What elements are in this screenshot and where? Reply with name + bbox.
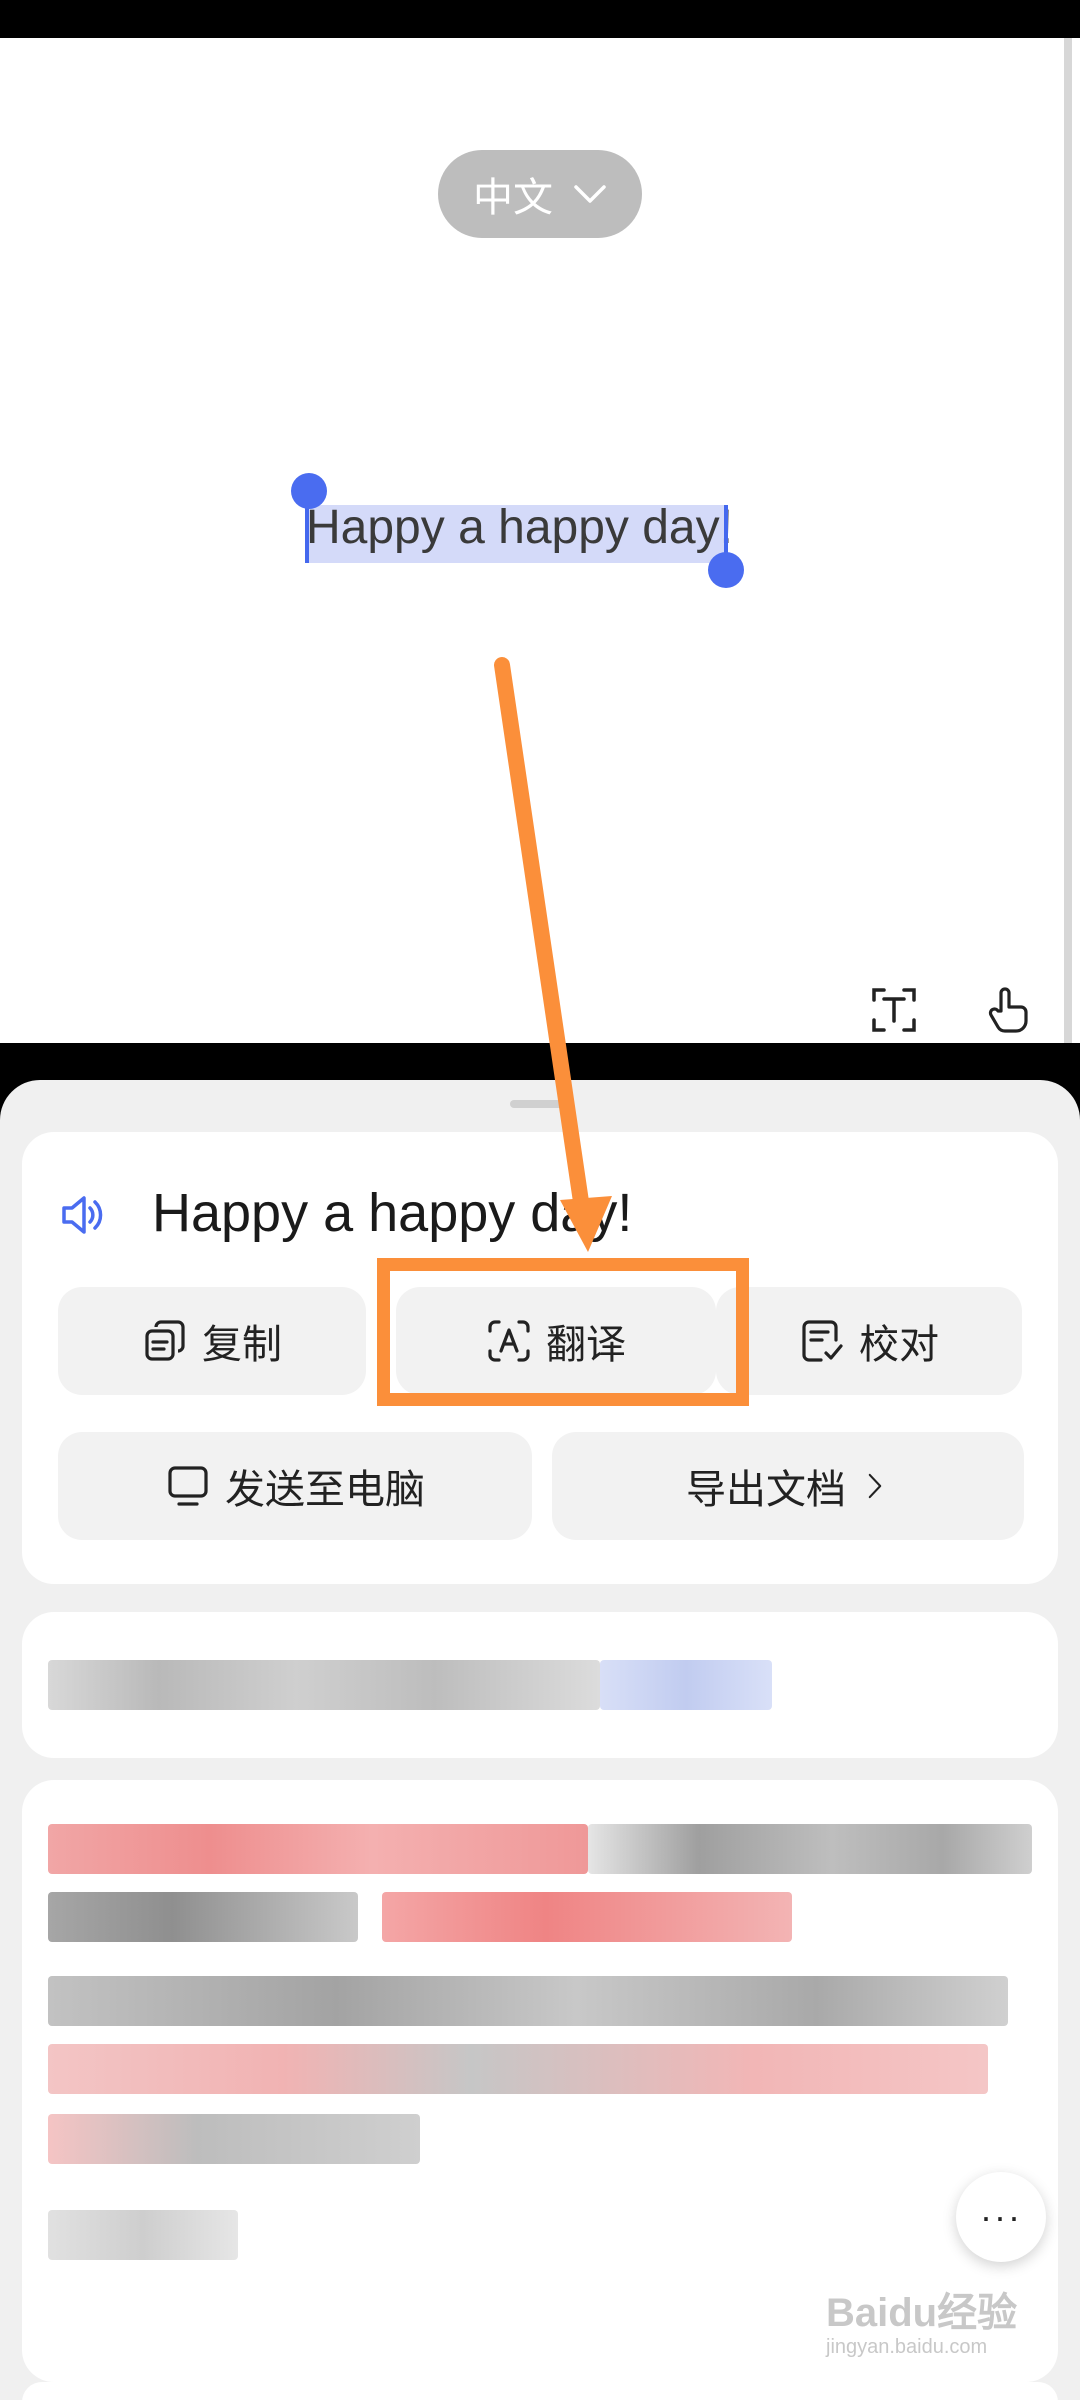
blurred-line (48, 2210, 238, 2260)
scrollbar[interactable] (1064, 38, 1072, 1043)
speaker-icon[interactable] (58, 1190, 108, 1240)
blurred-line (48, 1824, 588, 1874)
next-card (22, 2382, 1058, 2400)
copy-icon (145, 1320, 185, 1361)
chevron-down-icon (574, 185, 606, 203)
language-label: 中文 (473, 176, 553, 220)
watermark-logo: Baidu经验 (826, 2291, 1018, 2335)
blurred-line (48, 2044, 988, 2094)
more-icon: ··· (980, 2196, 1022, 2237)
result-text[interactable]: Happy a happy day! (152, 1182, 632, 1244)
export-doc-label: 导出文档 (686, 1468, 846, 1512)
send-to-pc-button[interactable]: 发送至电脑 (58, 1432, 532, 1540)
text-preview-area[interactable]: 中文 Happy a happy day! (0, 38, 1080, 1043)
text-recognition-icon[interactable] (864, 980, 924, 1040)
blurred-line (588, 1824, 1032, 1874)
blurred-line (382, 1892, 792, 1942)
annotation-highlight-box (377, 1258, 749, 1406)
language-selector[interactable]: 中文 (438, 150, 642, 238)
watermark-url: jingyan.baidu.com (826, 2336, 988, 2358)
chevron-right-icon (868, 1473, 882, 1499)
copy-button[interactable]: 复制 (58, 1287, 366, 1395)
blurred-link (600, 1660, 772, 1710)
blurred-line (48, 2114, 420, 2164)
more-button[interactable]: ··· (956, 2172, 1046, 2262)
selection-start-caret (305, 505, 309, 563)
status-bar (0, 0, 1080, 38)
proofread-button[interactable]: 校对 (716, 1287, 1022, 1395)
copy-label: 复制 (202, 1323, 282, 1367)
blurred-line (48, 1892, 358, 1942)
proofread-icon (802, 1320, 843, 1362)
proofread-label: 校对 (859, 1323, 939, 1367)
blurred-suggestion-card[interactable] (22, 1612, 1058, 1758)
export-doc-button[interactable]: 导出文档 (552, 1432, 1024, 1540)
gesture-icon[interactable] (978, 980, 1038, 1040)
selected-text-content: Happy a happy day (306, 501, 720, 554)
selection-start-handle[interactable] (291, 473, 327, 509)
blurred-text (48, 1660, 600, 1710)
monitor-icon (168, 1466, 208, 1506)
blurred-line (48, 1976, 1008, 2026)
send-to-pc-label: 发送至电脑 (225, 1468, 425, 1512)
sheet-grabber[interactable] (510, 1100, 570, 1108)
selection-end-handle[interactable] (708, 552, 744, 588)
selected-text[interactable]: Happy a happy day! (306, 500, 733, 555)
